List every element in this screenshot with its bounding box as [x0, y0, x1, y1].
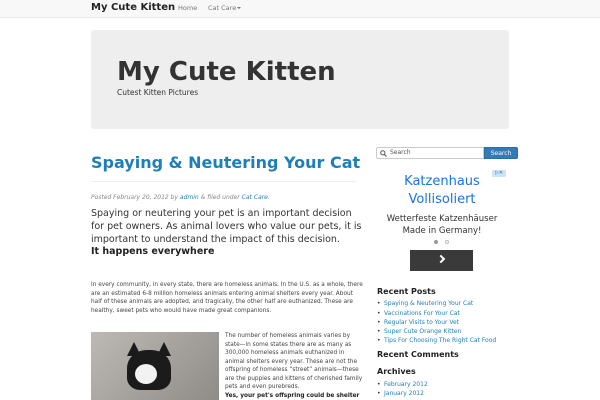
kitten-face [135, 364, 157, 384]
ad-text-line2: Made in Germany! [402, 226, 482, 236]
recent-posts-heading: Recent Posts [377, 287, 436, 296]
post-paragraph-2: The number of homeless animals varies by… [225, 332, 365, 400]
nav-home-link[interactable]: Home [178, 4, 197, 12]
archive-link[interactable]: February 2012 [377, 381, 428, 388]
post-paragraph: In every community, in every state, ther… [91, 282, 363, 314]
ad-title-line2[interactable]: Vollisoliert [384, 192, 500, 207]
kitten-image [91, 332, 219, 400]
recent-post-link[interactable]: Regular Visits to Your Vet [377, 319, 459, 326]
site-header: My Cute Kitten Cutest Kitten Pictures [91, 30, 509, 129]
chevron-right-icon [436, 254, 446, 264]
post-paragraph-2-text: The number of homeless animals varies by… [225, 333, 363, 390]
post-meta: Posted February 20, 2012 by admin & file… [91, 194, 270, 201]
search-input[interactable]: Search [376, 147, 484, 159]
site-title[interactable]: My Cute Kitten [117, 57, 336, 87]
site-tagline: Cutest Kitten Pictures [117, 88, 199, 97]
archive-link[interactable]: January 2012 [377, 390, 424, 397]
post-lead: Spaying or neutering your pet is an impo… [91, 208, 362, 245]
archives-heading: Archives [377, 367, 416, 376]
search-button[interactable]: Search [484, 147, 518, 159]
recent-post-link[interactable]: Super Cute Orange Kitten [377, 328, 461, 335]
recent-comments-heading: Recent Comments [377, 350, 459, 359]
post-category-link[interactable]: Cat Care [242, 194, 268, 201]
search-icon [380, 150, 387, 157]
post-paragraph-2-bold: Yes, your pet's offspring could be shelt… [225, 392, 360, 399]
ad-next-button[interactable] [410, 250, 473, 271]
recent-post-link[interactable]: Vaccinations For Your Cat [377, 310, 460, 317]
nav-cat-care-dropdown[interactable]: Cat Care [208, 4, 242, 12]
title-divider [91, 181, 356, 182]
recent-post-link[interactable]: Tips For Choosing The Right Cat Food [377, 337, 496, 344]
post-meta-date: Posted February 20, 2012 by [91, 194, 180, 201]
nav-cat-care-label: Cat Care [208, 4, 237, 12]
ad-text-line1: Wetterfeste Katzenhäuser [386, 214, 498, 224]
recent-post-link[interactable]: Spaying & Neutering Your Cat [377, 300, 473, 307]
post-meta-filed: & filed under [198, 194, 242, 201]
post-meta-end: . [267, 194, 270, 201]
post-title[interactable]: Spaying & Neutering Your Cat [91, 153, 360, 172]
ad-carousel-dot[interactable] [445, 240, 449, 244]
caret-down-icon [237, 7, 242, 9]
post-subheading: It happens everywhere [91, 246, 215, 257]
ad-carousel-dot[interactable] [434, 240, 438, 244]
top-navbar: My Cute Kitten Home Cat Care [0, 0, 600, 18]
post-author-link[interactable]: admin [180, 194, 199, 201]
search-placeholder: Search [390, 149, 411, 156]
navbar-brand[interactable]: My Cute Kitten [91, 2, 175, 13]
ad-title-line1[interactable]: Katzenhaus [384, 174, 500, 189]
